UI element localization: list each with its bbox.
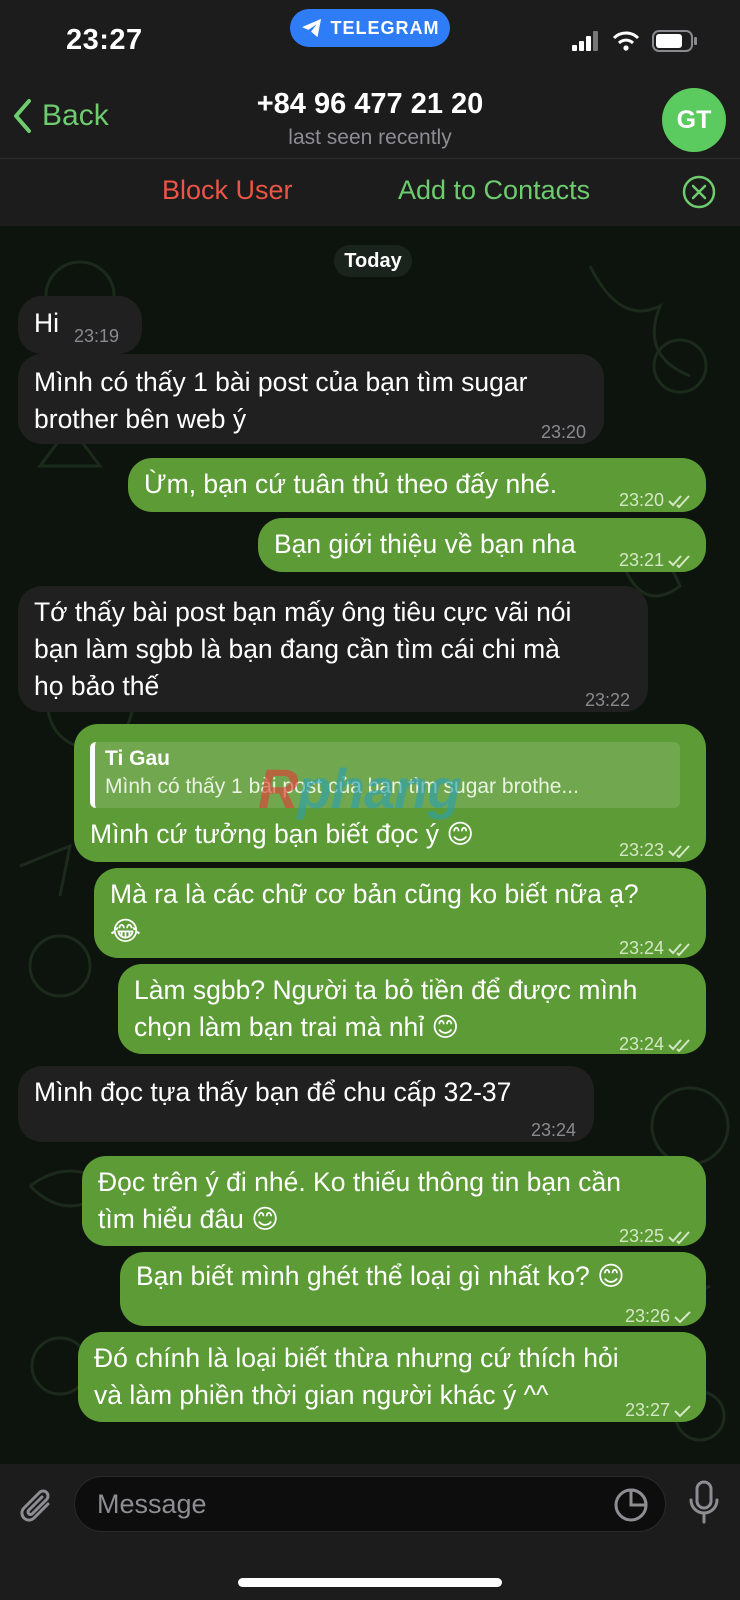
message-line: Mà ra là các chữ cơ bản cũng ko biết nữa…: [110, 879, 639, 909]
watermark-logo: Rphang: [258, 757, 461, 820]
message-line: Bạn biết mình ghét thể loại gì nhất ko? …: [136, 1261, 625, 1291]
close-circle-icon[interactable]: [682, 175, 716, 209]
message-bubble-outgoing[interactable]: Làm sgbb? Người ta bỏ tiền để được mình …: [118, 964, 706, 1054]
message-line: Bạn giới thiệu về bạn nha: [274, 529, 576, 559]
message-time: 23:24: [618, 938, 664, 958]
double-check-icon: [668, 942, 690, 956]
message-input-placeholder: Message: [97, 1489, 207, 1519]
message-bubble-incoming[interactable]: Tớ thấy bài post bạn mấy ông tiêu cực vã…: [18, 586, 648, 712]
message-time: 23:19: [74, 326, 120, 346]
message-line: brother bên web ý: [34, 404, 247, 434]
single-check-icon: [674, 1404, 691, 1417]
double-check-icon: [668, 1038, 690, 1052]
microphone-icon[interactable]: [688, 1480, 720, 1524]
message-bubble-incoming[interactable]: Mình đọc tựa thấy bạn để chu cấp 32-37 2…: [18, 1066, 594, 1142]
telegram-plane-icon: [301, 18, 321, 38]
message-line: Tớ thấy bài post bạn mấy ông tiêu cực vã…: [34, 597, 572, 627]
message-line: và làm phiền thời gian người khác ý ^^: [94, 1380, 549, 1410]
message-line: Đọc trên ý đi nhé. Ko thiếu thông tin bạ…: [98, 1167, 621, 1197]
message-line: chọn làm bạn trai mà nhỉ 😊: [134, 1012, 460, 1042]
home-indicator[interactable]: [238, 1578, 502, 1587]
double-check-icon: [668, 1230, 690, 1244]
message-input[interactable]: Message: [74, 1476, 666, 1532]
message-line: Mình đọc tựa thấy bạn để chu cấp 32-37: [34, 1077, 512, 1107]
clock: 23:27: [66, 24, 143, 56]
message-line: Mình có thấy 1 bài post của bạn tìm suga…: [34, 367, 528, 397]
battery-icon: [652, 30, 697, 52]
message-bubble-outgoing[interactable]: Đó chính là loại biết thừa nhưng cứ thíc…: [78, 1332, 706, 1422]
message-time: 23:24: [530, 1120, 576, 1140]
message-time: 23:27: [624, 1400, 670, 1420]
message-line: Làm sgbb? Người ta bỏ tiền để được mình: [134, 975, 638, 1005]
chat-header: Back +84 96 477 21 20 last seen recently…: [0, 82, 740, 158]
sticker-icon[interactable]: [613, 1487, 649, 1523]
message-bubble-outgoing[interactable]: Ừm, bạn cứ tuân thủ theo đấy nhé. 23:20: [128, 458, 706, 512]
message-line: Ừm, bạn cứ tuân thủ theo đấy nhé.: [144, 469, 558, 499]
single-check-icon: [674, 1310, 691, 1323]
message-line: họ bảo thế: [34, 671, 160, 701]
message-line: Đó chính là loại biết thừa nhưng cứ thíc…: [94, 1343, 619, 1373]
message-time: 23:24: [618, 1034, 664, 1054]
app-pill-label: TELEGRAM: [330, 17, 440, 38]
message-line: 😂: [110, 916, 141, 946]
message-time: 23:25: [618, 1226, 664, 1246]
message-time: 23:20: [618, 490, 664, 510]
chat-area[interactable]: Today Hi 23:19 Mình có thấy 1 bài post c…: [0, 226, 740, 1464]
paperclip-icon[interactable]: [18, 1486, 58, 1530]
avatar[interactable]: GT: [662, 88, 726, 152]
double-check-icon: [668, 554, 690, 568]
double-check-icon: [668, 494, 690, 508]
message-line: tìm hiểu đâu 😊: [98, 1204, 279, 1234]
add-to-contacts-button[interactable]: Add to Contacts: [398, 175, 590, 206]
message-time: 23:21: [618, 550, 664, 570]
wifi-icon: [612, 31, 640, 51]
message-bubble-outgoing[interactable]: Bạn giới thiệu về bạn nha 23:21: [258, 518, 706, 572]
message-bubble-incoming[interactable]: Hi 23:19: [18, 296, 142, 354]
status-bar: 23:27 TELEGRAM: [0, 0, 740, 82]
message-line: Hi: [34, 308, 60, 338]
message-bubble-outgoing[interactable]: Mà ra là các chữ cơ bản cũng ko biết nữa…: [94, 868, 706, 958]
message-bubble-outgoing[interactable]: Đọc trên ý đi nhé. Ko thiếu thông tin bạ…: [82, 1156, 706, 1246]
message-bubble-outgoing[interactable]: Bạn biết mình ghét thể loại gì nhất ko? …: [120, 1252, 706, 1326]
message-time: 23:23: [618, 840, 664, 860]
message-line: Mình cứ tưởng bạn biết đọc ý 😊: [90, 819, 474, 849]
avatar-initials: GT: [676, 105, 712, 134]
last-seen-status: last seen recently: [288, 126, 452, 149]
date-chip: Today: [334, 245, 412, 277]
status-icons: [572, 30, 698, 52]
message-line: bạn làm sgbb là bạn đang cần tìm cái chi…: [34, 634, 560, 664]
signal-icon: [572, 31, 598, 51]
message-time: 23:20: [540, 422, 586, 442]
message-composer: Message: [0, 1464, 740, 1600]
message-bubble-incoming[interactable]: Mình có thấy 1 bài post của bạn tìm suga…: [18, 354, 604, 444]
double-check-icon: [668, 844, 690, 858]
telegram-app-pill[interactable]: TELEGRAM: [290, 9, 450, 47]
contact-action-bar: Block User Add to Contacts: [0, 158, 740, 226]
message-time: 23:22: [584, 690, 630, 710]
contact-name[interactable]: +84 96 477 21 20: [0, 88, 740, 121]
block-user-button[interactable]: Block User: [162, 175, 293, 206]
message-time: 23:26: [624, 1306, 670, 1326]
